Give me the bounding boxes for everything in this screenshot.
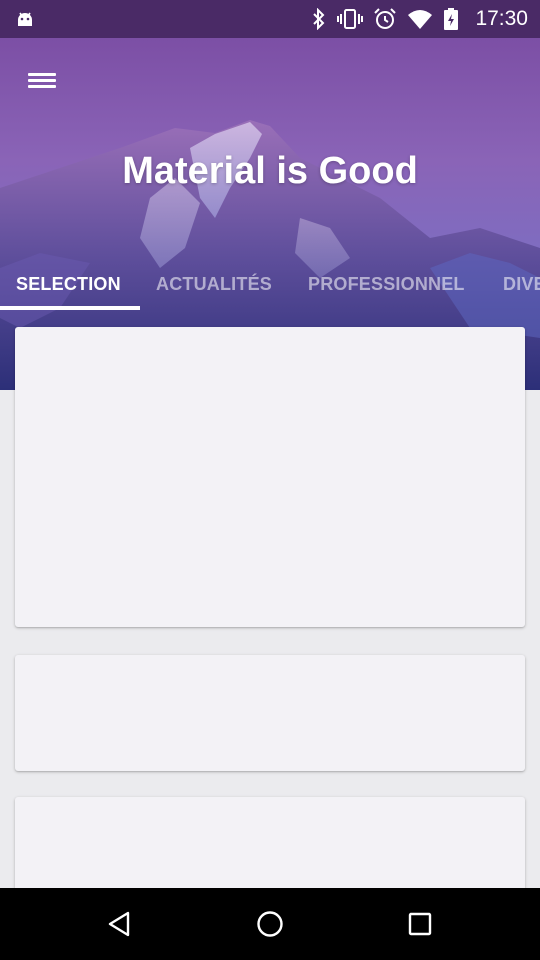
- back-icon: [108, 911, 130, 937]
- tab-bar: SELECTION ACTUALITÉS PROFESSIONNEL DIVER…: [0, 258, 540, 310]
- alarm-icon: [373, 7, 397, 31]
- bluetooth-icon: [311, 8, 327, 30]
- hamburger-menu-icon: [28, 70, 56, 91]
- tab-professionnel[interactable]: PROFESSIONNEL: [308, 258, 465, 310]
- tab-selection[interactable]: SELECTION: [16, 258, 121, 310]
- app-screen: 17:30 Material is Good SELECTION ACTUALI…: [0, 0, 540, 960]
- content-card[interactable]: [15, 327, 525, 627]
- home-icon: [257, 911, 283, 937]
- tab-divers[interactable]: DIVERS: [503, 258, 540, 310]
- content-card[interactable]: [15, 655, 525, 771]
- android-icon: [14, 8, 36, 35]
- navigation-bar: [0, 888, 540, 960]
- recents-icon: [408, 912, 432, 936]
- page-title: Material is Good: [122, 150, 418, 192]
- vibrate-icon: [337, 8, 364, 30]
- home-button[interactable]: [246, 900, 294, 948]
- battery-icon: [443, 7, 459, 31]
- tab-actualites[interactable]: ACTUALITÉS: [156, 258, 272, 310]
- status-icons: 17:30: [311, 0, 528, 38]
- back-button[interactable]: [96, 900, 144, 948]
- status-time: 17:30: [475, 7, 528, 30]
- menu-button[interactable]: [22, 60, 62, 100]
- status-bar: 17:30: [0, 0, 540, 38]
- tab-indicator: [0, 306, 140, 310]
- wifi-icon: [407, 8, 433, 30]
- recents-button[interactable]: [396, 900, 444, 948]
